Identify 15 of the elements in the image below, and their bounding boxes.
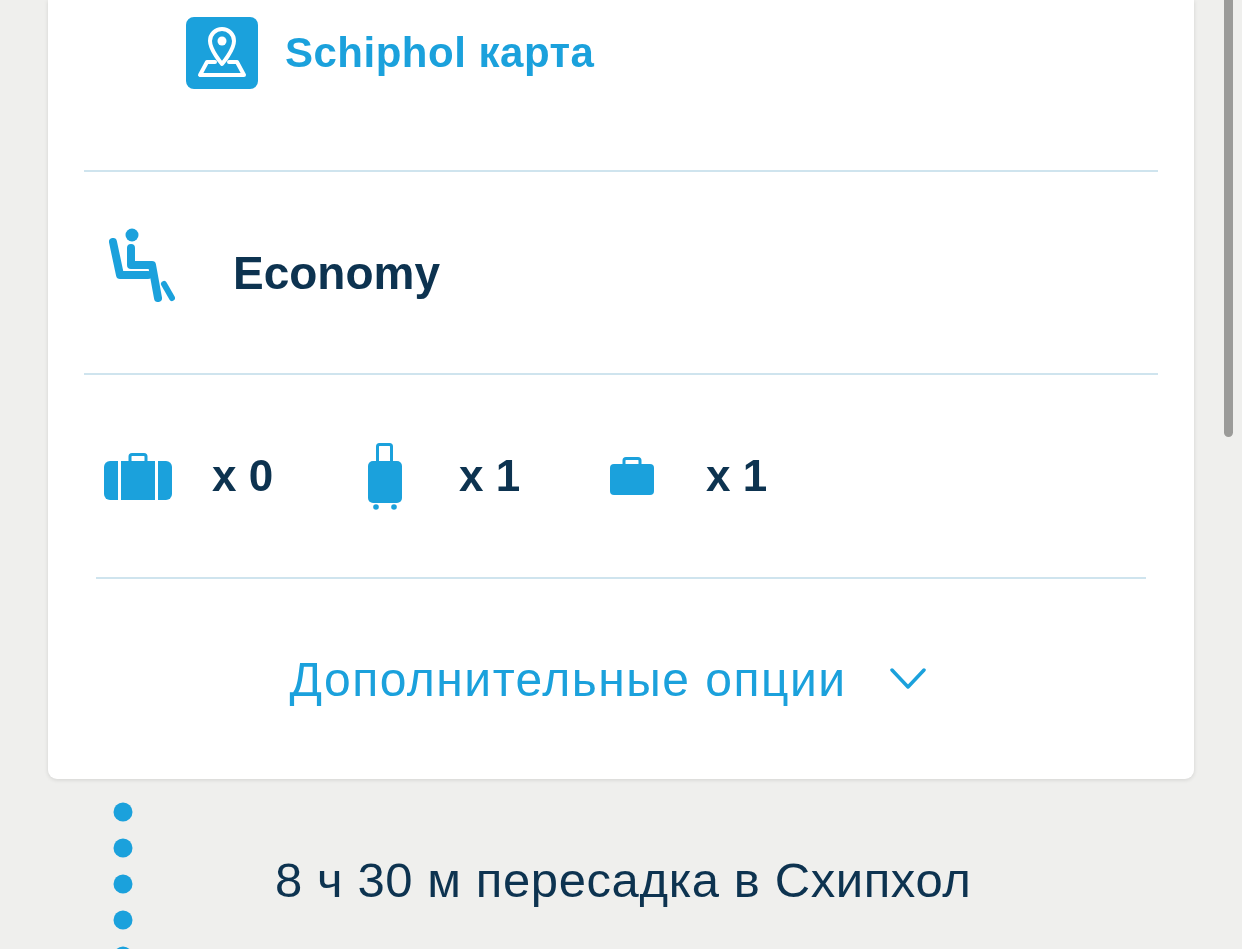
map-pin-icon[interactable]	[186, 17, 258, 89]
baggage-count: x 0	[212, 451, 274, 501]
chevron-icon	[889, 668, 926, 690]
trolley-bag-icon	[365, 442, 405, 510]
map-link[interactable]: Schiphol карта	[285, 17, 595, 89]
baggage-count: x 1	[459, 451, 521, 501]
cabin-class: Economy	[233, 245, 441, 300]
more-options-button[interactable]: Дополнительные опции	[289, 651, 926, 707]
seated-person-icon	[108, 227, 175, 304]
dotted-timeline-icon	[113, 802, 133, 949]
layover-text: 8 ч 30 м пересадка в Схипхол	[275, 852, 972, 908]
suitcase-icon	[104, 452, 172, 500]
baggage-count: x 1	[706, 451, 768, 501]
scrollbar[interactable]	[1224, 0, 1233, 437]
briefcase-icon	[610, 457, 654, 495]
